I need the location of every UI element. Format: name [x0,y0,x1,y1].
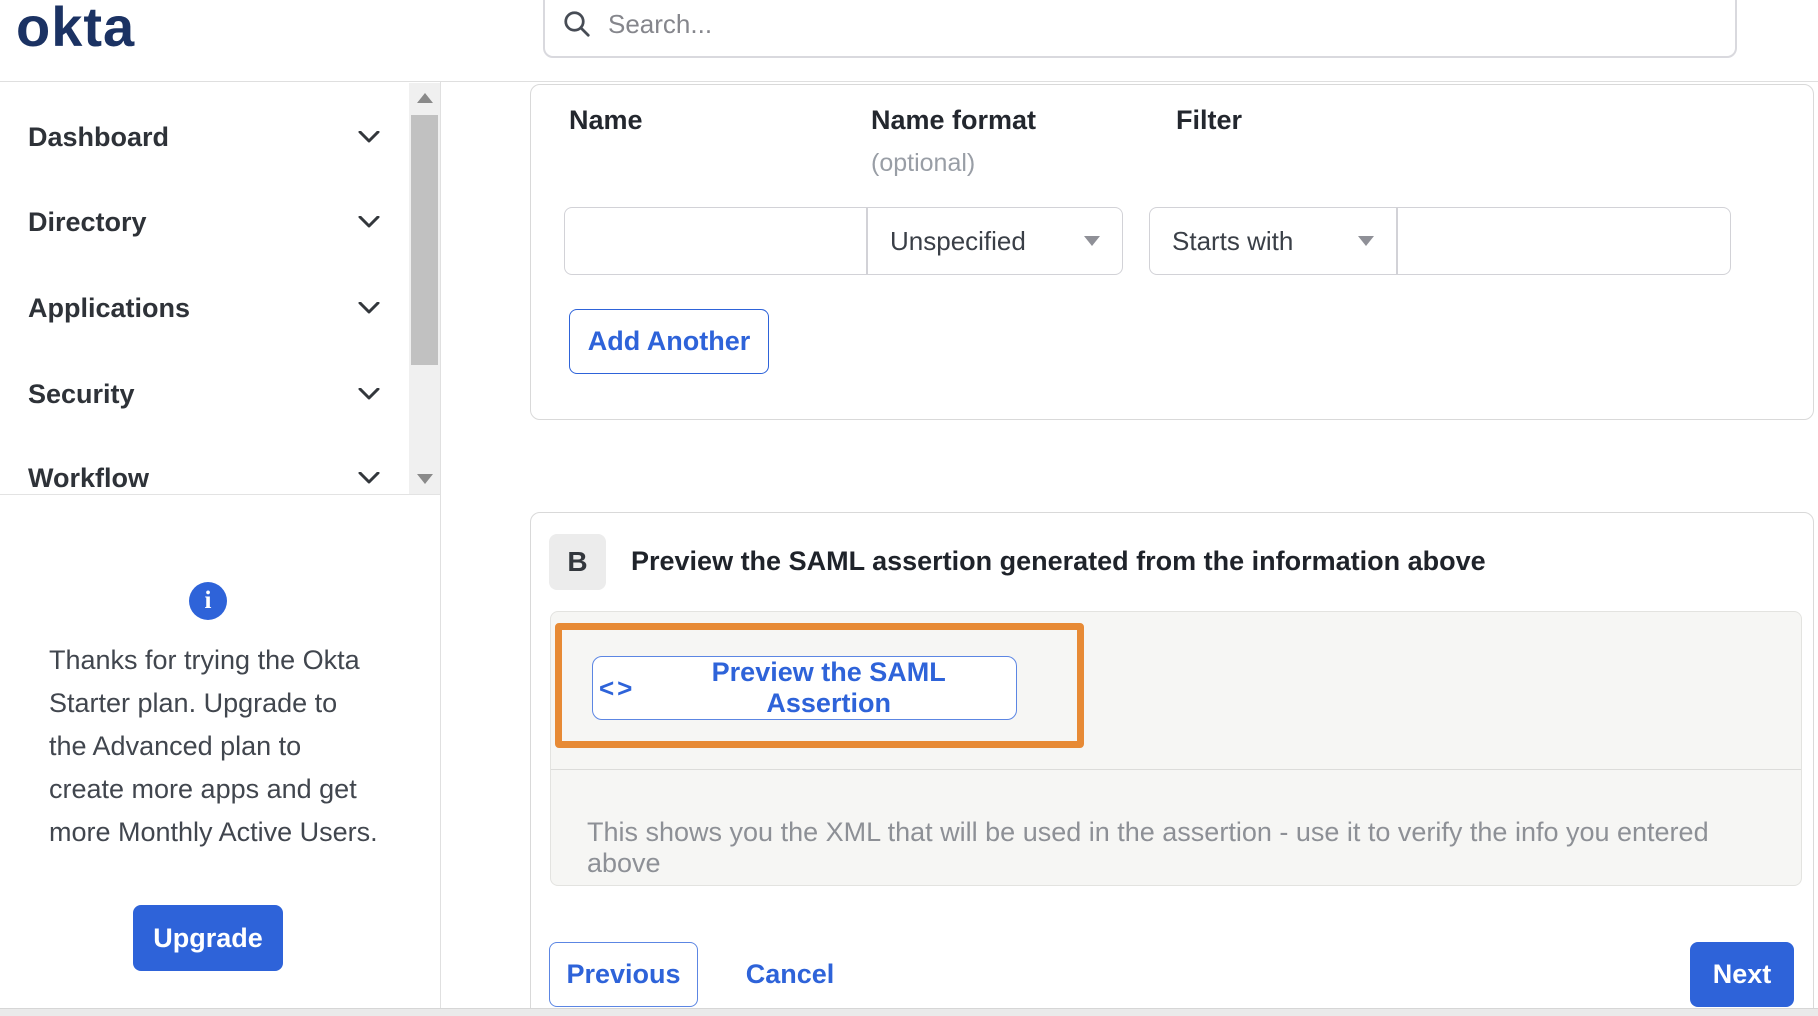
preview-description: This shows you the XML that will be used… [587,817,1709,878]
okta-admin-screen: okta Dashboard Directory Applications Se… [0,0,1818,1016]
sidebar-item-dashboard[interactable]: Dashboard [28,116,380,158]
info-icon: i [189,582,227,620]
upgrade-notice-line: create more apps and get [49,774,357,804]
attribute-statements-card: Name Name format (optional) Filter Unspe… [530,84,1814,420]
sidebar-item-security[interactable]: Security [28,373,380,415]
sidebar-scrollbar[interactable] [409,83,440,494]
preview-panel: <> Preview the SAML Assertion This shows… [550,611,1802,886]
name-format-selected-value: Unspecified [890,225,1026,256]
chevron-down-icon [358,472,380,484]
triangle-down-icon [416,474,433,484]
triangle-up-icon [416,93,433,103]
bottom-edge-strip [0,1008,1818,1016]
attribute-name-input[interactable] [564,207,867,275]
upgrade-notice-line: Thanks for trying the Okta [49,645,360,675]
chevron-down-icon [358,216,380,228]
sidebar-border [440,82,441,1008]
upgrade-notice-line: more Monthly Active Users. [49,817,378,847]
sidebar-item-applications[interactable]: Applications [28,287,380,329]
step-b-badge: B [549,534,606,590]
name-format-optional-hint: (optional) [871,149,976,177]
panel-divider [551,769,1801,770]
sidebar-item-label: Security [28,378,135,409]
upgrade-notice-line: Starter plan. Upgrade to [49,688,338,718]
sidebar-item-label: Dashboard [28,121,170,152]
sidebar-item-directory[interactable]: Directory [28,201,380,243]
scroll-down-button[interactable] [409,464,440,494]
code-icon: <> [599,672,636,703]
filter-operator-selected-value: Starts with [1172,225,1294,256]
name-format-select[interactable]: Unspecified [867,207,1123,275]
scrollbar-thumb[interactable] [411,115,438,365]
sidebar-item-label: Workflow [28,462,149,493]
previous-button[interactable]: Previous [549,942,698,1007]
scroll-up-button[interactable] [409,83,440,113]
upgrade-button[interactable]: Upgrade [133,905,283,971]
sidebar-item-label: Applications [28,292,191,323]
upgrade-notice-line: the Advanced plan to [49,731,302,761]
preview-button-label: Preview the SAML Assertion [711,657,946,718]
chevron-down-icon [358,388,380,400]
dropdown-caret-icon [1084,236,1100,246]
chevron-down-icon [358,302,380,314]
dropdown-caret-icon [1358,236,1374,246]
preview-section-heading: Preview the SAML assertion generated fro… [631,546,1486,576]
preview-saml-assertion-button[interactable]: <> Preview the SAML Assertion [592,656,1017,720]
search-icon [564,11,590,37]
filter-column-label: Filter [1176,105,1243,135]
search-input[interactable] [606,7,1735,41]
cancel-button[interactable]: Cancel [735,942,845,1007]
filter-operator-select[interactable]: Starts with [1149,207,1397,275]
name-column-label: Name [569,105,643,135]
upgrade-notice-text: Thanks for trying the Okta Starter plan.… [49,639,409,854]
filter-value-input[interactable] [1397,207,1731,275]
add-another-button[interactable]: Add Another [569,309,769,374]
header-divider [0,81,1818,82]
sidebar-item-workflow[interactable]: Workflow [28,457,380,499]
chevron-down-icon [358,131,380,143]
global-search[interactable] [543,0,1737,58]
preview-saml-card: B Preview the SAML assertion generated f… [530,512,1814,1016]
name-format-column-label: Name format [871,105,1037,135]
okta-logo: okta [16,0,136,58]
next-button[interactable]: Next [1690,942,1794,1007]
sidebar-item-label: Directory [28,206,147,237]
